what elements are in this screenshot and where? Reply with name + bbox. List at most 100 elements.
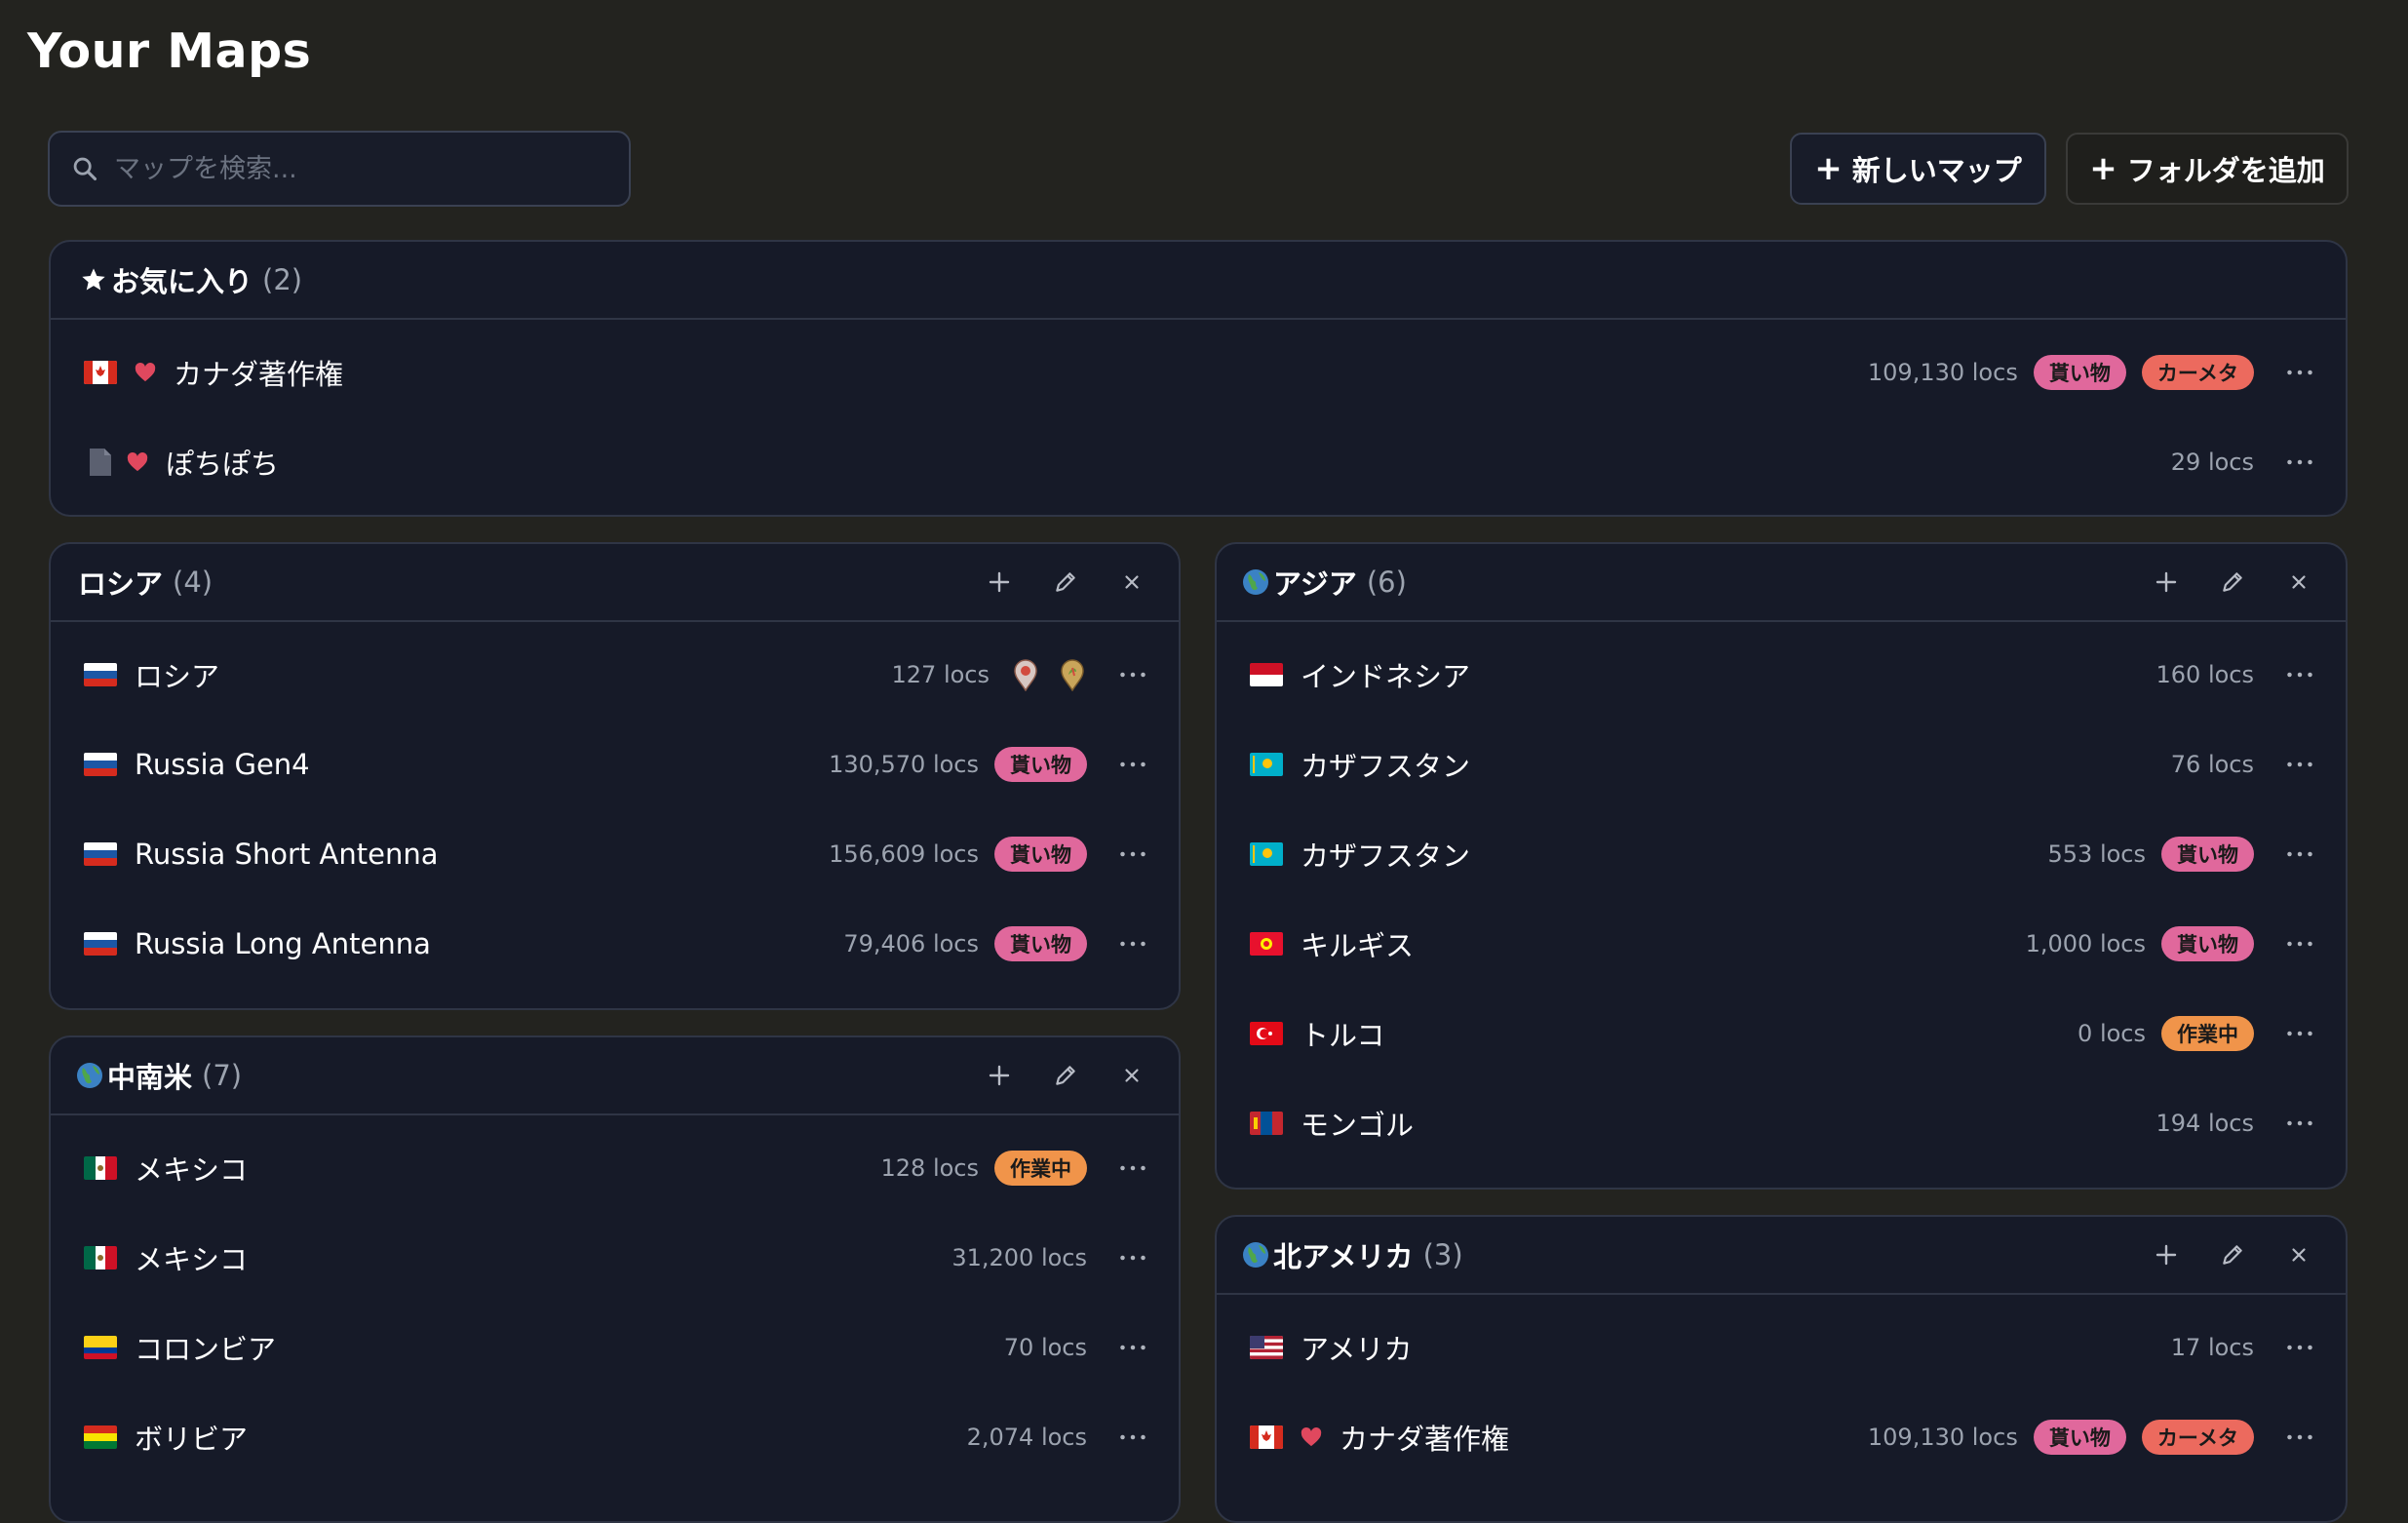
new-map-label: 新しいマップ (1851, 154, 2022, 187)
tag-badge: 貰い物 (2033, 355, 2126, 390)
more-options-icon[interactable] (1108, 1254, 1147, 1262)
globe-icon (76, 1062, 103, 1089)
map-name: インドネシア (1301, 660, 1471, 693)
more-options-icon[interactable] (2275, 940, 2314, 948)
locs-count: 76 locs (2170, 751, 2254, 778)
new-map-button[interactable]: + 新しいマップ (1790, 133, 2046, 205)
more-options-icon[interactable] (1108, 850, 1147, 858)
more-options-icon[interactable] (2275, 850, 2314, 858)
folder-header[interactable]: 中南米 (7) (51, 1037, 1179, 1115)
add-map-icon[interactable] (978, 561, 1021, 604)
rename-pencil-icon[interactable] (2211, 1233, 2254, 1276)
folder-header[interactable]: ロシア (4) (51, 544, 1179, 622)
rename-pencil-icon[interactable] (1044, 561, 1087, 604)
more-options-icon[interactable] (2275, 1344, 2314, 1351)
flag-kg-icon (1250, 932, 1283, 956)
close-icon[interactable] (1110, 561, 1153, 604)
locs-count: 109,130 locs (1867, 359, 2018, 386)
add-map-icon[interactable] (978, 1054, 1021, 1097)
more-options-icon[interactable] (1108, 761, 1147, 768)
close-icon[interactable] (2277, 1233, 2320, 1276)
search-input[interactable] (112, 132, 629, 206)
add-map-icon[interactable] (2145, 1233, 2188, 1276)
flag-us-icon (1250, 1336, 1283, 1359)
more-options-icon[interactable] (2275, 1119, 2314, 1127)
map-row[interactable]: コロンビア 70 locs (51, 1303, 1179, 1392)
more-options-icon[interactable] (1108, 1164, 1147, 1172)
map-row[interactable]: カザフスタン 76 locs (1217, 720, 2346, 809)
map-row[interactable]: カナダ著作権 109,130 locs 貰い物 カーメタ (1217, 1392, 2346, 1482)
tag-badge: 貰い物 (2161, 837, 2254, 872)
map-row[interactable]: アメリカ 17 locs (1217, 1303, 2346, 1392)
search-icon (73, 157, 97, 181)
more-options-icon[interactable] (2275, 369, 2314, 376)
more-options-icon[interactable] (1108, 1433, 1147, 1441)
heart-icon[interactable] (127, 451, 148, 473)
rename-pencil-icon[interactable] (1044, 1054, 1087, 1097)
folder-card-asia: アジア (6) インドネシア 160 locs カザフスタン 76 locs カ… (1215, 542, 2348, 1190)
more-options-icon[interactable] (2275, 1433, 2314, 1441)
more-options-icon[interactable] (2275, 671, 2314, 679)
tag-badge: 貰い物 (994, 747, 1087, 782)
more-options-icon[interactable] (1108, 940, 1147, 948)
page-title: Your Maps (27, 23, 312, 79)
search-box[interactable] (48, 131, 631, 207)
map-row[interactable]: ボリビア 2,074 locs (51, 1392, 1179, 1482)
flag-ca-icon (1250, 1425, 1283, 1449)
tag-badge: 貰い物 (994, 837, 1087, 872)
tag-badge: 貰い物 (2033, 1420, 2126, 1455)
map-name: キルギス (1301, 929, 1415, 962)
favorites-header[interactable]: お気に入り (2) (51, 242, 2346, 320)
map-row[interactable]: Russia Short Antenna 156,609 locs 貰い物 (51, 809, 1179, 899)
map-row[interactable]: インドネシア 160 locs (1217, 630, 2346, 720)
heart-icon[interactable] (1301, 1426, 1322, 1448)
map-row[interactable]: カザフスタン 553 locs 貰い物 (1217, 809, 2346, 899)
map-row[interactable]: メキシコ 128 locs 作業中 (51, 1123, 1179, 1213)
map-row[interactable]: キルギス 1,000 locs 貰い物 (1217, 899, 2346, 989)
map-row[interactable]: トルコ 0 locs 作業中 (1217, 989, 2346, 1078)
more-options-icon[interactable] (2275, 1030, 2314, 1037)
map-row[interactable]: メキシコ 31,200 locs (51, 1213, 1179, 1303)
map-row[interactable]: ぽちぽち 29 locs (51, 417, 2346, 507)
locs-count: 553 locs (2047, 840, 2147, 868)
locs-count: 194 locs (2156, 1110, 2255, 1137)
map-row[interactable]: Russia Gen4 130,570 locs 貰い物 (51, 720, 1179, 809)
map-name: メキシコ (135, 1243, 249, 1276)
map-row[interactable]: カナダ著作権 109,130 locs 貰い物 カーメタ (51, 328, 2346, 417)
folder-count: (3) (1422, 1238, 1463, 1271)
map-name: モンゴル (1301, 1109, 1415, 1142)
folder-count: (2) (262, 263, 303, 296)
flag-ca-icon (84, 361, 117, 384)
close-icon[interactable] (1110, 1054, 1153, 1097)
folder-title: ロシア (78, 567, 164, 601)
more-options-icon[interactable] (2275, 761, 2314, 768)
locs-count: 17 locs (2170, 1334, 2254, 1361)
more-options-icon[interactable] (1108, 1344, 1147, 1351)
close-icon[interactable] (2277, 561, 2320, 604)
heart-icon[interactable] (135, 362, 156, 383)
add-map-icon[interactable] (2145, 561, 2188, 604)
folder-card-russia: ロシア (4) ロシア 127 locs Russia Gen4 130,570… (49, 542, 1181, 1010)
map-row[interactable]: ロシア 127 locs (51, 630, 1179, 720)
folder-count: (7) (202, 1059, 243, 1092)
tag-badge: 貰い物 (2161, 926, 2254, 961)
add-folder-button[interactable]: + フォルダを追加 (2066, 133, 2349, 205)
flag-co-icon (84, 1336, 117, 1359)
map-name: トルコ (1301, 1019, 1385, 1052)
globe-icon (1242, 568, 1269, 596)
folder-header[interactable]: アジア (6) (1217, 544, 2346, 622)
map-name: ボリビア (135, 1423, 249, 1456)
map-row[interactable]: モンゴル 194 locs (1217, 1078, 2346, 1168)
more-options-icon[interactable] (2275, 458, 2314, 466)
rename-pencil-icon[interactable] (2211, 561, 2254, 604)
locs-count: 156,609 locs (829, 840, 979, 868)
map-name: カナダ著作権 (174, 358, 344, 391)
folder-title: 北アメリカ (1273, 1240, 1414, 1273)
locs-count: 130,570 locs (829, 751, 979, 778)
more-options-icon[interactable] (1108, 671, 1147, 679)
flag-mx-icon (84, 1246, 117, 1269)
flag-ru-icon (84, 753, 117, 776)
folder-card-north-america: 北アメリカ (3) アメリカ 17 locs カナダ著作権 109,130 lo… (1215, 1215, 2348, 1523)
map-row[interactable]: Russia Long Antenna 79,406 locs 貰い物 (51, 899, 1179, 989)
folder-header[interactable]: 北アメリカ (3) (1217, 1217, 2346, 1295)
